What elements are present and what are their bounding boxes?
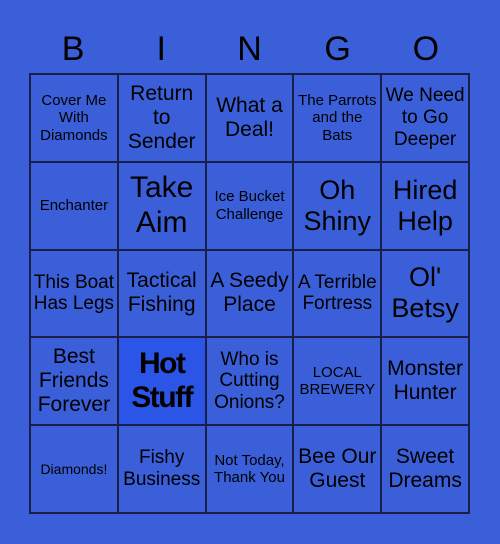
header-letter-g: G [324, 30, 351, 68]
bingo-cell[interactable]: Fishy Business [117, 425, 206, 513]
bingo-cell[interactable]: Bee Our Guest [293, 425, 382, 513]
bingo-cell[interactable]: This Boat Has Legs [30, 249, 118, 338]
bingo-cell[interactable]: Return to Sender [117, 74, 206, 162]
bingo-cell[interactable]: Hired Help [381, 161, 469, 250]
bingo-board: Cover Me With Diamonds Return to Sender … [29, 73, 470, 514]
bingo-cell[interactable]: LOCAL BREWERY [293, 337, 382, 426]
bingo-cell[interactable]: Take Aim [117, 161, 206, 250]
bingo-cell[interactable]: Monster Hunter [381, 337, 469, 426]
bingo-cell[interactable]: Best Friends Forever [30, 337, 118, 426]
header-letter-i: I [156, 30, 166, 68]
bingo-cell[interactable]: Ice Bucket Challenge [205, 161, 294, 250]
bingo-cell[interactable]: Oh Shiny [293, 161, 382, 250]
bingo-cell[interactable]: Enchanter [30, 161, 118, 250]
bingo-cell[interactable]: Diamonds! [30, 425, 118, 513]
bingo-header: B I N G O [29, 26, 470, 72]
bingo-cell[interactable]: Tactical Fishing [117, 249, 206, 338]
bingo-cell[interactable]: Ol' Betsy [381, 249, 469, 338]
header-letter-n: N [237, 30, 262, 68]
bingo-cell[interactable]: A Seedy Place [205, 249, 294, 338]
header-letter-o: O [412, 30, 440, 68]
bingo-cell[interactable]: Cover Me With Diamonds [30, 74, 118, 162]
header-letter-b: B [61, 30, 85, 68]
bingo-cell[interactable]: Not Today, Thank You [205, 425, 294, 513]
bingo-cell[interactable]: Sweet Dreams [381, 425, 469, 513]
bingo-cell[interactable]: A Terrible Fortress [293, 249, 382, 338]
bingo-cell[interactable]: Who is Cutting Onions? [205, 337, 294, 426]
free-space-cell[interactable]: Hot Stuff [117, 337, 206, 426]
bingo-cell[interactable]: We Need to Go Deeper [381, 74, 469, 162]
bingo-cell[interactable]: The Parrots and the Bats [293, 74, 382, 162]
bingo-cell[interactable]: What a Deal! [205, 74, 294, 162]
